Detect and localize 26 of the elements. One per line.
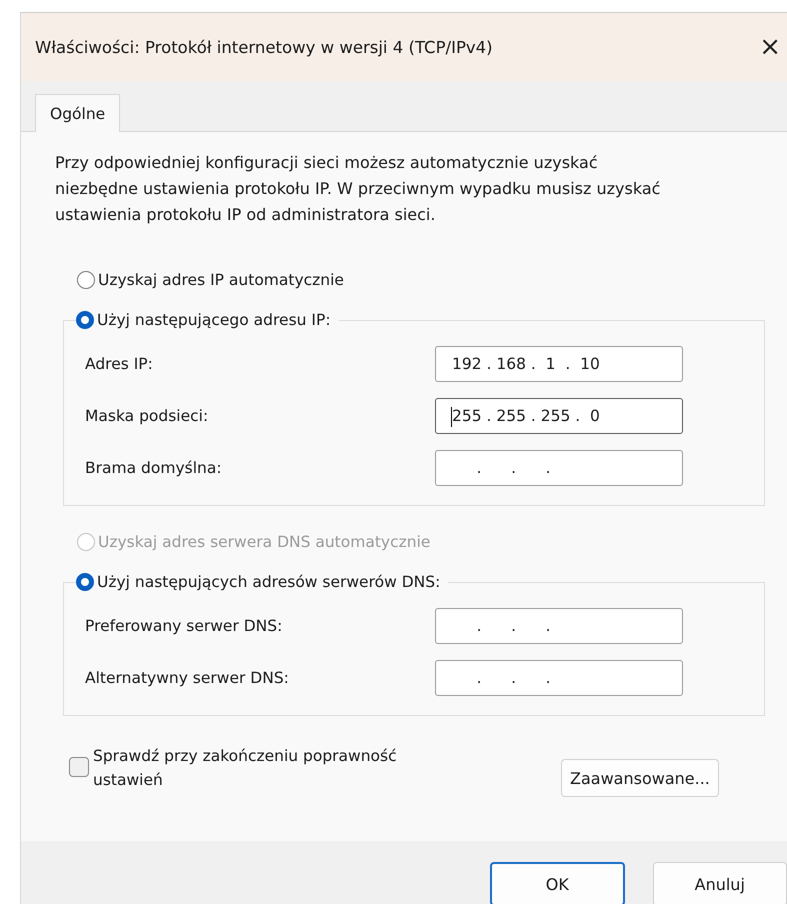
radio-label: Użyj następującego adresu IP:: [97, 311, 331, 329]
field-label: Brama domyślna:: [85, 459, 223, 477]
description-text: Przy odpowiedniej konfiguracji sieci możesz automatycznie uzyskać niezbędne ustawienia protokołu IP. W przeciwnym wypadku musisz uzyskać ustawienia protokołu IP od administratora sieci.: [55, 152, 662, 226]
ip-address-field[interactable]: . . .: [435, 450, 683, 486]
ip-address-field[interactable]: . . .: [435, 660, 683, 696]
field-label: Preferowany serwer DNS:: [85, 617, 284, 635]
ip-address-field[interactable]: 255 . 255 . 255 . 0: [435, 398, 683, 434]
checkbox-label: Sprawdź przy zakończeniu poprawność ustawień: [93, 746, 398, 791]
checkbox[interactable]: [69, 757, 89, 777]
radio-button[interactable]: [76, 573, 94, 591]
radio-label: Uzyskaj adres IP automatycznie: [98, 271, 344, 289]
field-label: Alternatywny serwer DNS:: [85, 669, 290, 687]
radio-button[interactable]: [77, 271, 95, 289]
radio-button[interactable]: [76, 311, 94, 329]
radio-label: Uzyskaj adres serwera DNS automatycznie: [98, 533, 430, 551]
advanced-button[interactable]: Zaawansowane...: [561, 759, 719, 797]
tab[interactable]: Ogólne: [35, 94, 120, 132]
field-label: Maska podsieci:: [85, 407, 210, 425]
ip-address-field[interactable]: 192 . 168 . 1 . 10: [435, 346, 683, 382]
ip-address-field[interactable]: . . .: [435, 608, 683, 644]
field-label: Adres IP:: [85, 355, 154, 373]
close-button[interactable]: ×: [757, 32, 783, 62]
cancel-button[interactable]: Anuluj: [652, 862, 787, 904]
radio-label: Użyj następujących adresów serwerów DNS:: [97, 573, 440, 591]
ok-button[interactable]: OK: [490, 862, 625, 904]
window-title: Właściwości: Protokół internetowy w wersji 4 (TCP/IPv4): [35, 38, 493, 56]
